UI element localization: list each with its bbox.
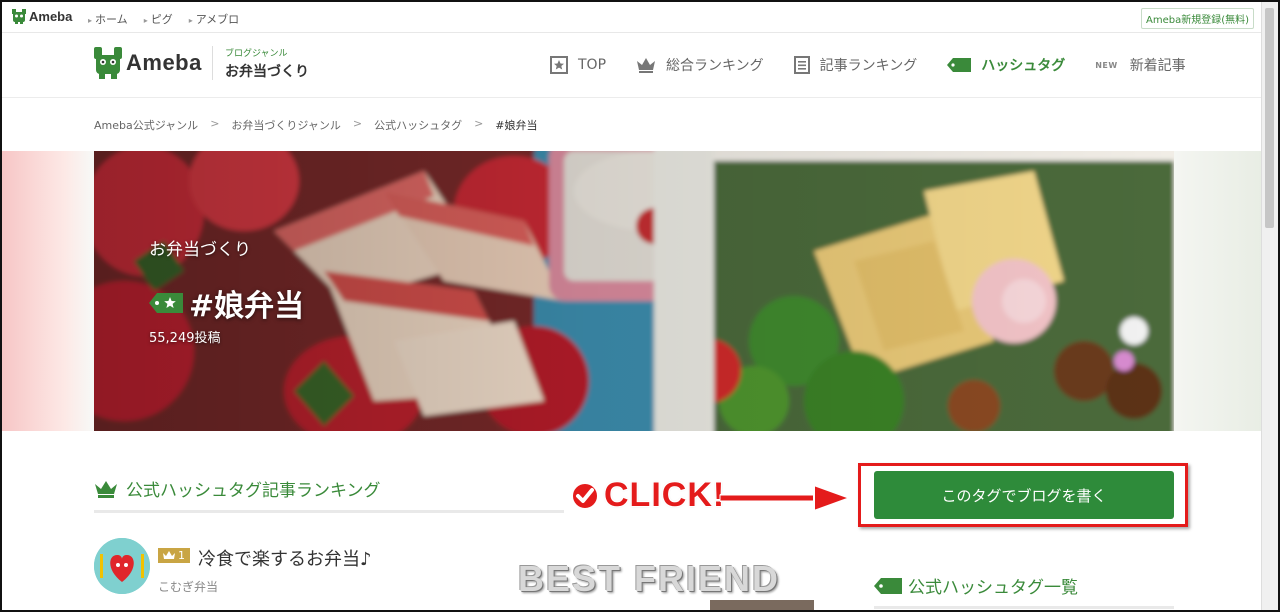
nav-article-ranking-label: 記事ランキング xyxy=(819,58,918,74)
overlay-text: BEST FRIEND xyxy=(518,558,781,599)
hashtag-tag-icon xyxy=(874,577,902,594)
section-divider xyxy=(94,510,564,513)
document-icon xyxy=(793,56,810,74)
breadcrumb-current: #娘弁当 xyxy=(495,119,538,132)
logo-text: Ameba xyxy=(126,50,202,75)
crown-icon xyxy=(163,550,175,559)
ranking-title-text: 公式ハッシュタグ記事ランキング xyxy=(126,481,381,501)
rank-badge: 1 xyxy=(158,548,190,563)
main-nav: TOP 総合ランキング 記事ランキング ハッシュタグ NEW 新着記事 xyxy=(550,55,1216,75)
arrow-right-icon xyxy=(719,483,852,513)
ameba-mascot-icon xyxy=(94,47,122,79)
nav-new-articles[interactable]: NEW 新着記事 xyxy=(1095,55,1185,75)
global-links: ホーム ピグ アメブロ xyxy=(88,11,239,27)
hashtag-title: #娘弁当 xyxy=(189,289,305,324)
post-count: 55,249投稿 xyxy=(149,331,221,346)
chevron-right-icon: > xyxy=(352,117,363,130)
nav-overall-ranking-label: 総合ランキング xyxy=(666,58,764,74)
nav-hashtag-label: ハッシュタグ xyxy=(981,58,1066,74)
global-topbar: Ameba ホーム ピグ アメブロ Ameba新規登録(無料) xyxy=(2,2,1264,33)
global-link-ameblo[interactable]: アメブロ xyxy=(189,11,239,27)
entry-title-link[interactable]: 冷食で楽するお弁当♪ xyxy=(198,545,372,571)
nav-top-label: TOP xyxy=(578,57,607,73)
entry-thumbnail[interactable] xyxy=(710,600,814,610)
genre-name: お弁当づくり xyxy=(225,64,309,80)
global-link-pigg[interactable]: ピグ xyxy=(144,11,173,27)
ranking-section-title: 公式ハッシュタグ記事ランキング xyxy=(94,476,381,501)
hashtag-tag-icon xyxy=(149,293,183,313)
nav-top[interactable]: TOP xyxy=(550,55,606,75)
hashtag-list-title-text: 公式ハッシュタグ一覧 xyxy=(908,578,1078,598)
ameba-home-link[interactable]: Ameba xyxy=(12,9,72,24)
vertical-scrollbar[interactable] xyxy=(1261,2,1278,610)
click-label: CLICK! xyxy=(604,476,726,514)
avatar-image xyxy=(94,538,150,594)
click-annotation: CLICK! xyxy=(570,476,725,515)
chevron-right-icon: > xyxy=(210,117,220,130)
entry-author[interactable]: こむぎ弁当 xyxy=(158,578,218,595)
scrollbar-thumb[interactable] xyxy=(1265,8,1274,228)
ameba-logo[interactable]: Ameba xyxy=(94,47,202,79)
hashtag-tag-icon xyxy=(947,58,972,72)
rank-number: 1 xyxy=(178,549,185,562)
browser-viewport: Ameba ホーム ピグ アメブロ Ameba新規登録(無料) Ameba ブロ… xyxy=(0,0,1280,612)
breadcrumb-item[interactable]: 公式ハッシュタグ xyxy=(374,117,462,133)
genre-small-label: ブログジャンル xyxy=(225,49,288,59)
genre-heading[interactable]: ブログジャンル お弁当づくり xyxy=(212,46,309,80)
chevron-right-icon: > xyxy=(474,117,484,130)
checkmark-circle-icon xyxy=(571,481,599,510)
crown-icon xyxy=(95,480,117,498)
site-header: Ameba ブログジャンル お弁当づくり TOP 総合ランキング 記事ランキング… xyxy=(2,33,1264,98)
breadcrumb-item[interactable]: お弁当づくりジャンル xyxy=(231,117,340,133)
hero-banner: お弁当づくり #娘弁当 55,249投稿 xyxy=(2,151,1264,431)
breadcrumb: Ameba公式ジャンル > お弁当づくりジャンル > 公式ハッシュタグ > #娘… xyxy=(94,117,550,133)
hero-image-area: お弁当づくり #娘弁当 55,249投稿 xyxy=(94,151,1174,431)
register-link[interactable]: Ameba新規登録(無料) xyxy=(1140,8,1254,29)
hero-tag-row: #娘弁当 xyxy=(149,281,304,325)
ameba-mascot-icon xyxy=(12,9,26,24)
section-divider xyxy=(874,606,1174,609)
nav-hashtag[interactable]: ハッシュタグ xyxy=(947,55,1065,75)
global-link-home[interactable]: ホーム xyxy=(88,11,128,27)
write-blog-with-tag-button[interactable]: このタグでブログを書く xyxy=(874,471,1174,519)
avatar[interactable] xyxy=(94,538,150,594)
new-icon: NEW xyxy=(1095,60,1118,70)
crown-icon xyxy=(637,58,656,73)
star-box-icon xyxy=(550,56,568,74)
breadcrumb-item[interactable]: Ameba公式ジャンル xyxy=(94,117,198,133)
brand-name: Ameba xyxy=(29,9,73,24)
nav-overall-ranking[interactable]: 総合ランキング xyxy=(636,55,764,75)
hashtag-list-title: 公式ハッシュタグ一覧 xyxy=(874,573,1078,598)
nav-new-articles-label: 新着記事 xyxy=(1129,58,1186,74)
hero-genre-label: お弁当づくり xyxy=(149,240,251,260)
nav-article-ranking[interactable]: 記事ランキング xyxy=(793,55,918,75)
